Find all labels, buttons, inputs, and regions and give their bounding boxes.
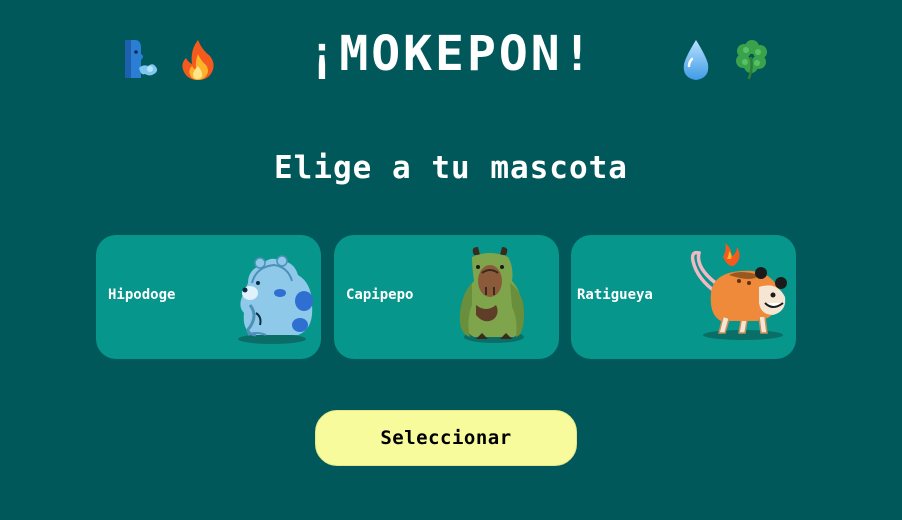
pet-label: Capipepo <box>346 287 414 303</box>
header: ¡MOKEPON! <box>0 24 902 94</box>
pet-label: Ratigueya <box>577 287 653 303</box>
pet-selection: Hipodoge Capipepo Ratigueya <box>96 235 796 359</box>
hipodoge-icon <box>238 255 313 344</box>
capipepo-icon <box>459 247 524 343</box>
choose-pet-heading: Elige a tu mascota <box>274 150 628 186</box>
pet-label: Hipodoge <box>108 287 176 303</box>
clover-icon <box>736 40 767 80</box>
ratigueya-icon <box>690 243 787 340</box>
pet-card-ratigueya[interactable]: Ratigueya <box>571 235 796 359</box>
select-pet-button[interactable]: Seleccionar <box>315 410 577 466</box>
pet-card-hipodoge[interactable]: Hipodoge <box>96 235 321 359</box>
pet-card-capipepo[interactable]: Capipepo <box>334 235 559 359</box>
water-drop-icon <box>683 40 709 80</box>
